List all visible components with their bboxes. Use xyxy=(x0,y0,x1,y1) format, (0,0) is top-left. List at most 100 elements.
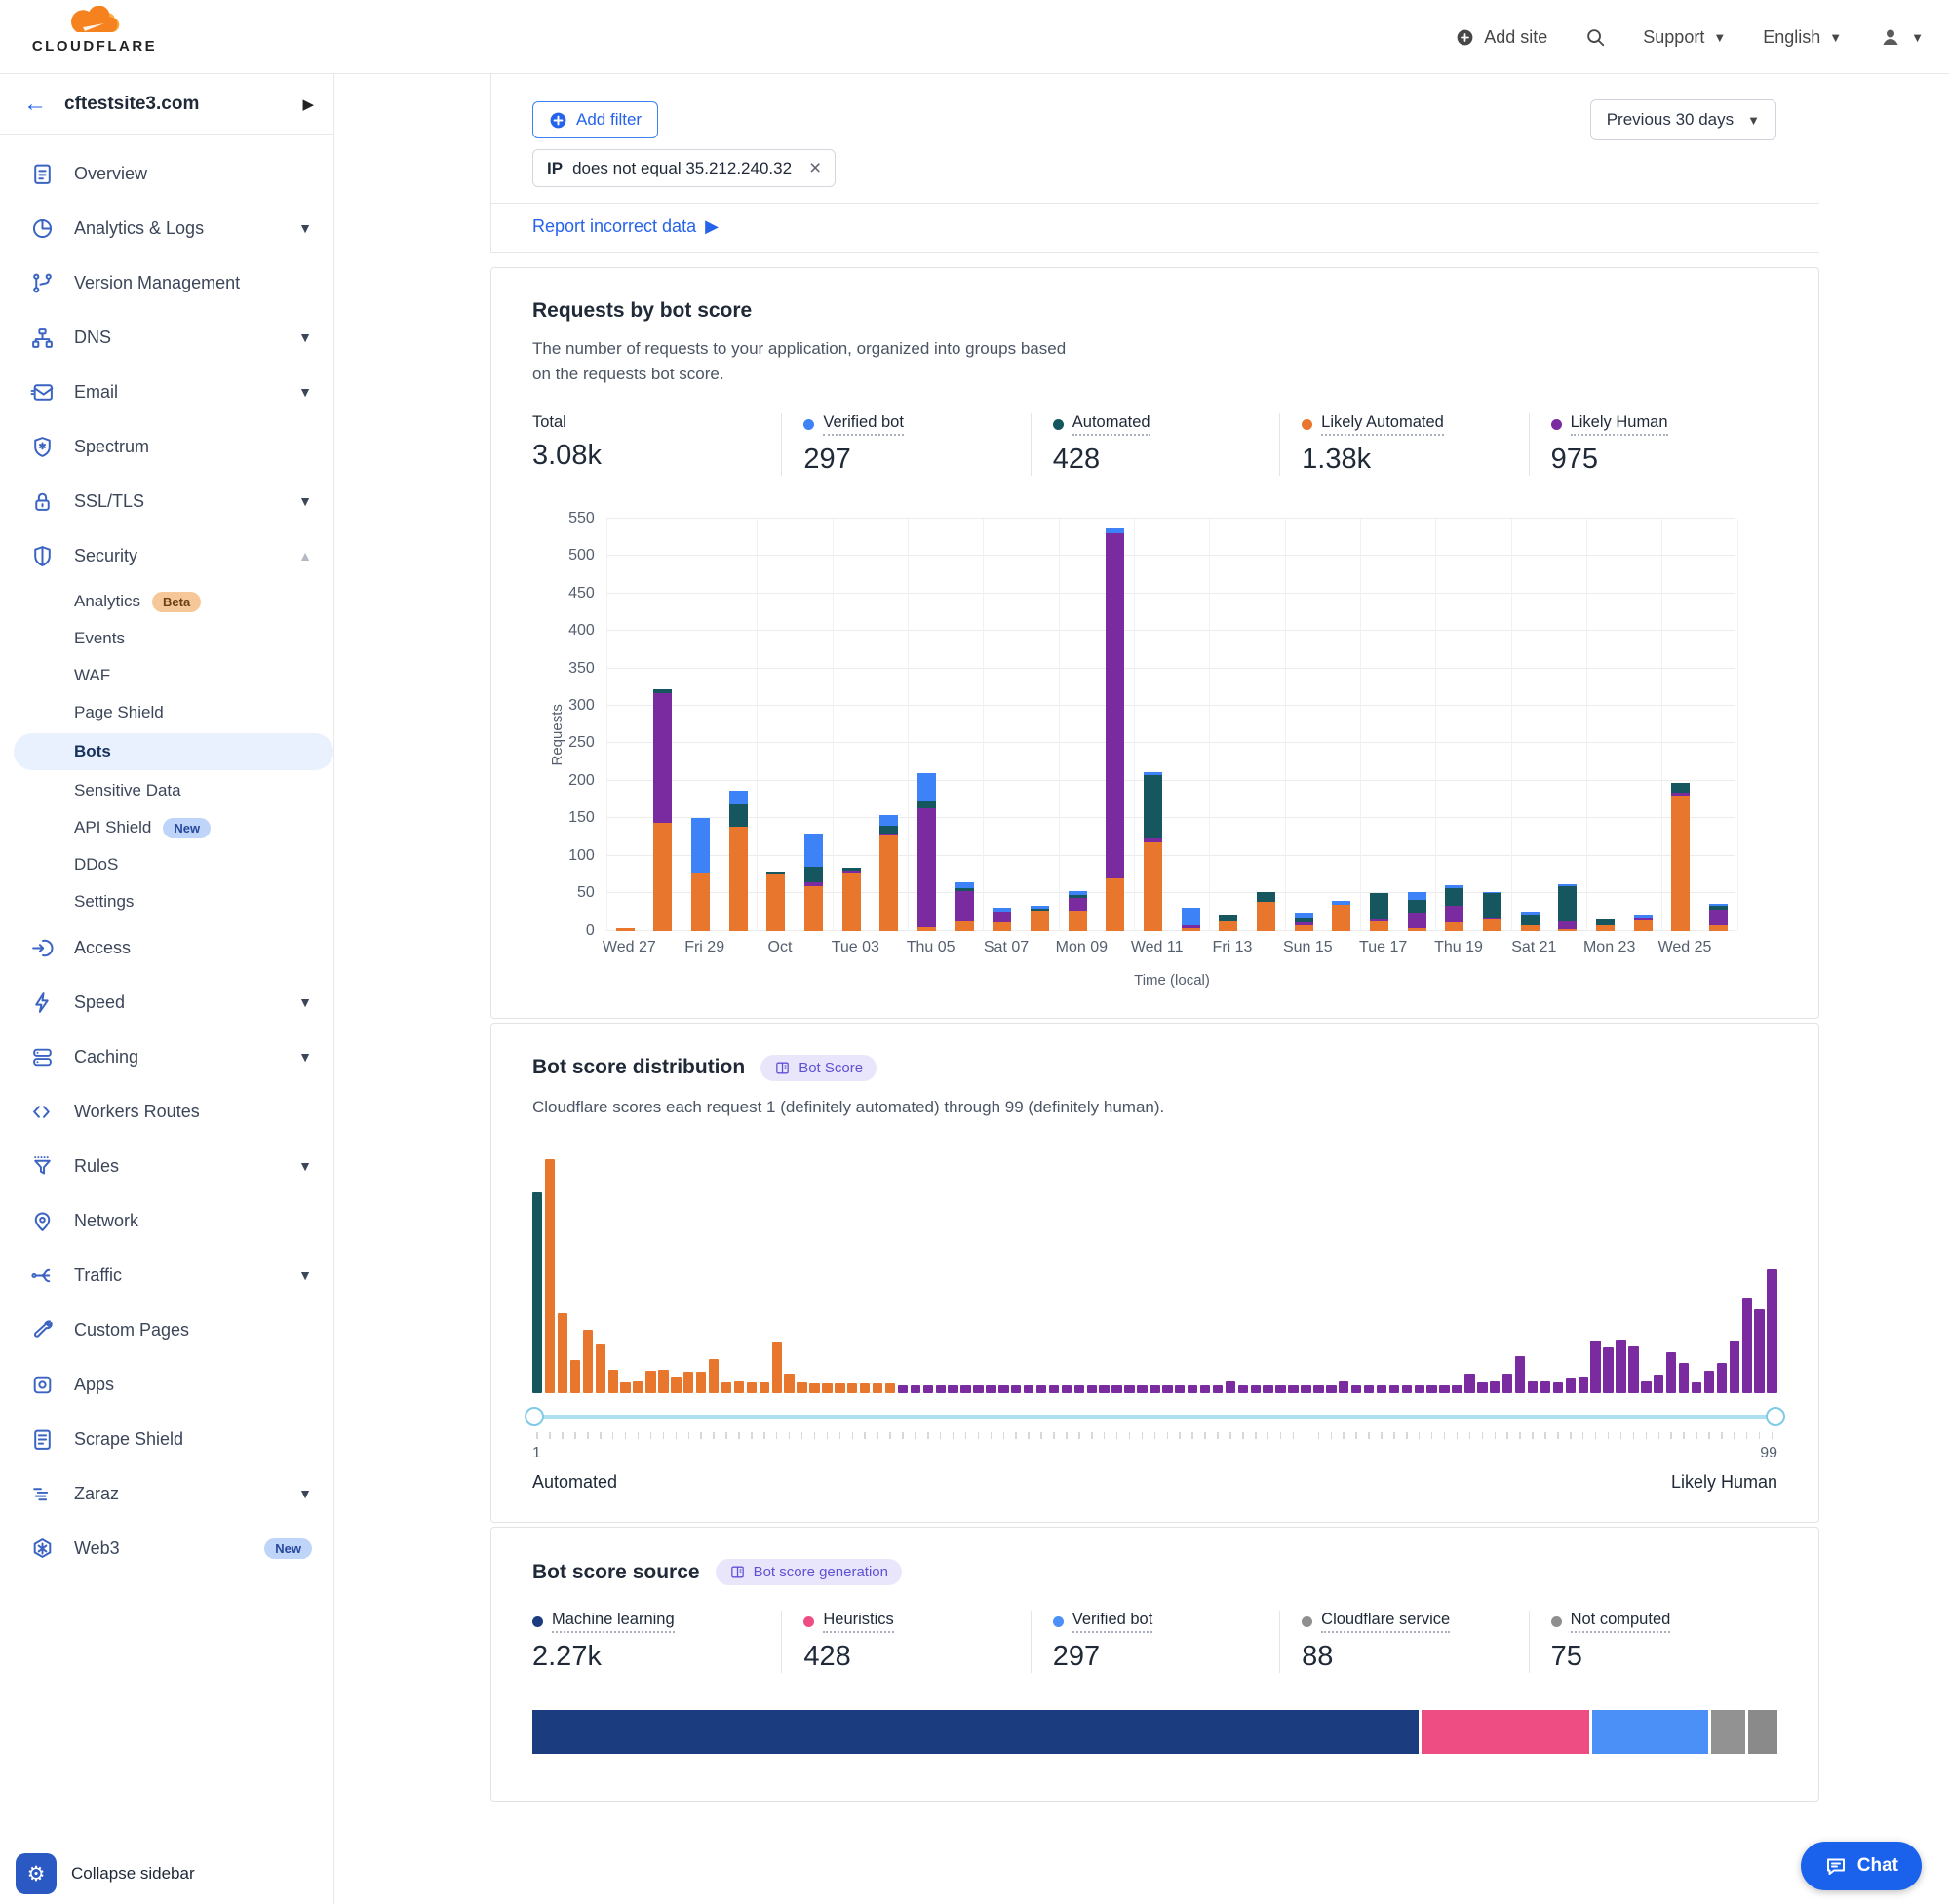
sidebar-item-ssl-tls[interactable]: SSL/TLS▼ xyxy=(0,474,333,528)
bar-segment-likely-human xyxy=(955,891,974,922)
axis-tick xyxy=(973,1432,983,1439)
add-site-button[interactable]: Add site xyxy=(1455,27,1547,48)
sidebar-item-rules[interactable]: Rules▼ xyxy=(0,1139,333,1193)
add-filter-button[interactable]: Add filter xyxy=(532,101,658,138)
sidebar-subitem-events[interactable]: Events xyxy=(0,620,333,657)
slider-handle-min[interactable] xyxy=(525,1407,544,1426)
x-tick-label: Fri 13 xyxy=(1213,939,1253,956)
axis-tick xyxy=(860,1432,870,1439)
requests-stats-row: Total3.08kVerified bot297Automated428Lik… xyxy=(532,413,1777,476)
bot-score-source-card: Bot score source Bot score generation Ma… xyxy=(490,1527,1819,1802)
back-arrow-icon[interactable]: ← xyxy=(23,91,57,118)
axis-tick xyxy=(1087,1432,1097,1439)
x-tick-label: Mon 23 xyxy=(1583,939,1635,956)
source-stats-row: Machine learning2.27kHeuristics428Verifi… xyxy=(532,1611,1777,1673)
stat-verified-bot: Verified bot297 xyxy=(781,413,1030,476)
chevron-down-icon: ▼ xyxy=(298,1267,312,1283)
stacked-bar xyxy=(1144,772,1162,931)
chat-button[interactable]: Chat xyxy=(1801,1842,1922,1890)
bar-segment-likely-automated xyxy=(842,873,861,930)
filter-chip[interactable]: IP does not equal 35.212.240.32 × xyxy=(532,149,836,187)
stat-label[interactable]: Machine learning xyxy=(552,1611,675,1633)
sidebar-subitem-analytics[interactable]: AnalyticsBeta xyxy=(0,583,333,620)
bot-score-badge[interactable]: Bot Score xyxy=(760,1055,877,1081)
chevron-right-icon[interactable]: ▶ xyxy=(302,96,314,113)
stacked-bar xyxy=(1069,891,1087,931)
histogram-bar-score-31 xyxy=(911,1385,920,1393)
sidebar-item-caching[interactable]: Caching▼ xyxy=(0,1030,333,1084)
stat-label[interactable]: Cloudflare service xyxy=(1321,1611,1450,1633)
close-icon[interactable]: × xyxy=(809,158,821,178)
source-distribution-bar xyxy=(532,1710,1777,1754)
report-incorrect-data-link[interactable]: Report incorrect data ▶ xyxy=(532,216,719,237)
axis-tick xyxy=(948,1432,957,1439)
spectrum-icon xyxy=(29,434,55,459)
histogram-bar-score-92 xyxy=(1679,1363,1689,1393)
stat-value: 428 xyxy=(803,1641,1030,1673)
search-button[interactable] xyxy=(1584,26,1606,48)
settings-gear-button[interactable]: ⚙ xyxy=(16,1853,57,1894)
histogram-bar-score-51 xyxy=(1162,1385,1172,1393)
sidebar-subitem-waf[interactable]: WAF xyxy=(0,657,333,694)
stat-label[interactable]: Verified bot xyxy=(823,413,904,436)
bar-segment-likely-automated xyxy=(1558,929,1577,931)
sidebar-item-email[interactable]: Email▼ xyxy=(0,365,333,419)
sidebar-item-security[interactable]: Security▲ xyxy=(0,528,333,583)
sidebar-subitem-label: Analytics xyxy=(74,592,140,611)
sidebar-item-spectrum[interactable]: Spectrum xyxy=(0,419,333,474)
sidebar-item-dns[interactable]: DNS▼ xyxy=(0,310,333,365)
date-range-select[interactable]: Previous 30 days ▼ xyxy=(1590,99,1776,140)
sidebar-item-overview[interactable]: Overview xyxy=(0,146,333,201)
card-title: Bot score source xyxy=(532,1561,700,1584)
sidebar-item-custom-pages[interactable]: Custom Pages xyxy=(0,1302,333,1357)
language-menu[interactable]: English ▼ xyxy=(1763,27,1842,48)
language-label: English xyxy=(1763,27,1820,48)
user-icon xyxy=(1879,25,1902,49)
histogram-bar-score-37 xyxy=(986,1385,995,1393)
sidebar-subitem-api-shield[interactable]: API ShieldNew xyxy=(0,809,333,846)
score-range-slider xyxy=(532,1407,1777,1426)
sidebar-item-access[interactable]: Access xyxy=(0,920,333,975)
sidebar-item-apps[interactable]: Apps xyxy=(0,1357,333,1412)
sidebar-item-workers-routes[interactable]: Workers Routes xyxy=(0,1084,333,1139)
histogram-bar-score-7 xyxy=(608,1370,618,1393)
sidebar-subitem-bots[interactable]: Bots xyxy=(14,733,333,770)
sidebar-item-label: Overview xyxy=(74,164,312,184)
sidebar-subitem-sensitive-data[interactable]: Sensitive Data xyxy=(0,772,333,809)
stat-cloudflare-service: Cloudflare service88 xyxy=(1279,1611,1528,1673)
stat-label[interactable]: Verified bot xyxy=(1072,1611,1153,1633)
axis-tick xyxy=(583,1432,593,1439)
account-menu[interactable]: ▼ xyxy=(1879,25,1924,49)
collapse-sidebar-button[interactable]: Collapse sidebar xyxy=(71,1864,195,1884)
sidebar-item-version-management[interactable]: Version Management xyxy=(0,255,333,310)
sidebar-item-zaraz[interactable]: Zaraz▼ xyxy=(0,1466,333,1521)
support-menu[interactable]: Support ▼ xyxy=(1643,27,1726,48)
stat-value: 3.08k xyxy=(532,440,781,472)
stat-label[interactable]: Not computed xyxy=(1571,1611,1671,1633)
sidebar-item-analytics-logs[interactable]: Analytics & Logs▼ xyxy=(0,201,333,255)
histogram-bar-score-91 xyxy=(1666,1352,1676,1393)
histogram-bar-score-70 xyxy=(1402,1385,1412,1393)
sidebar-item-traffic[interactable]: Traffic▼ xyxy=(0,1248,333,1302)
slider-handle-max[interactable] xyxy=(1766,1407,1785,1426)
stacked-bar xyxy=(1709,904,1728,931)
stat-label[interactable]: Heuristics xyxy=(823,1611,893,1633)
slider-track[interactable] xyxy=(532,1415,1777,1419)
sidebar-item-network[interactable]: Network xyxy=(0,1193,333,1248)
histogram-bar-score-79 xyxy=(1515,1356,1525,1393)
bar-segment-likely-automated xyxy=(1219,921,1237,930)
sidebar-item-scrape-shield[interactable]: Scrape Shield xyxy=(0,1412,333,1466)
stat-label[interactable]: Automated xyxy=(1072,413,1150,436)
sidebar-item-web3[interactable]: Web3New xyxy=(0,1521,333,1575)
axis-tick xyxy=(1301,1432,1310,1439)
sidebar-subitem-ddos[interactable]: DDoS xyxy=(0,846,333,883)
cloudflare-logo[interactable]: CLOUDFLARE xyxy=(21,6,168,55)
sidebar-subitem-settings[interactable]: Settings xyxy=(0,883,333,920)
stat-label[interactable]: Likely Automated xyxy=(1321,413,1444,436)
bot-score-generation-badge[interactable]: Bot score generation xyxy=(716,1559,902,1585)
sidebar-item-speed[interactable]: Speed▼ xyxy=(0,975,333,1030)
card-title: Bot score distribution xyxy=(532,1056,745,1079)
stat-label[interactable]: Likely Human xyxy=(1571,413,1668,436)
axis-tick xyxy=(1313,1432,1323,1439)
sidebar-subitem-page-shield[interactable]: Page Shield xyxy=(0,694,333,731)
